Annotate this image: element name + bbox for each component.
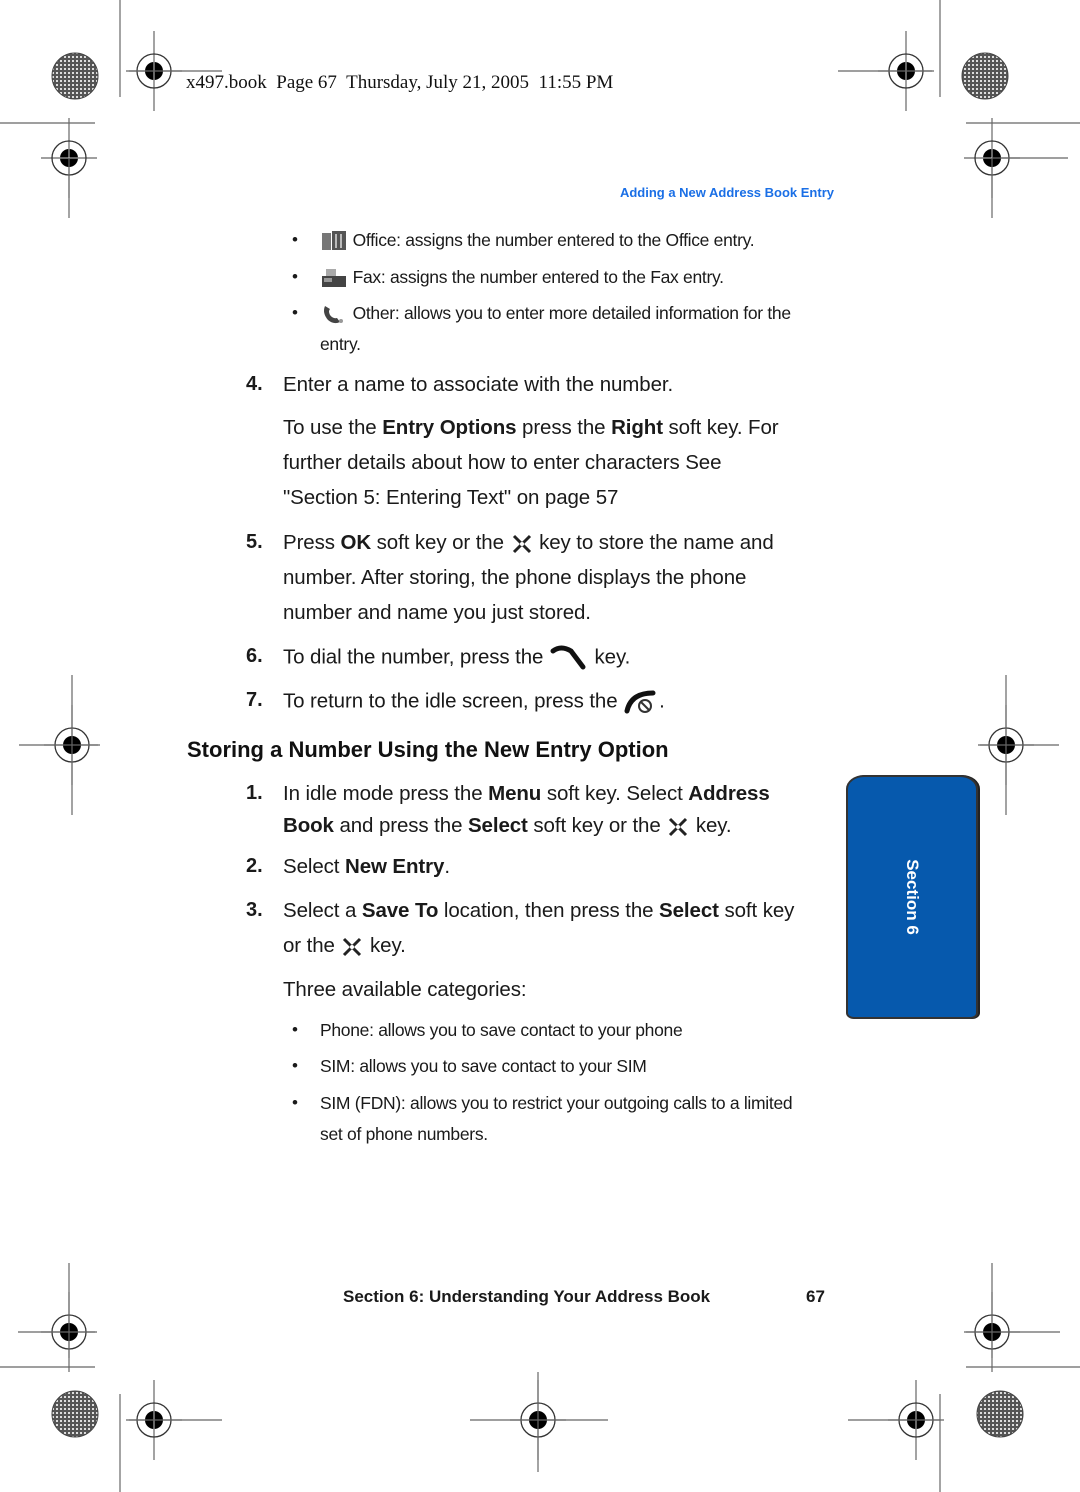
bullet: •: [292, 230, 298, 249]
registration-mark: [43, 704, 101, 786]
list-item: Office: assigns the number entered to th…: [320, 230, 755, 252]
registration-mark: [977, 704, 1035, 786]
starburst-mark: [976, 1390, 1024, 1438]
section-tab[interactable]: Section 6: [846, 775, 978, 1019]
step-number: 6.: [246, 645, 263, 667]
list-item: Phone: allows you to save contact to you…: [320, 1020, 683, 1040]
step-text: Enter a name to associate with the numbe…: [283, 373, 674, 396]
registration-mark: [125, 30, 222, 112]
bullet: •: [292, 267, 298, 286]
registration-mark: [509, 1379, 567, 1461]
step-number: 7.: [246, 689, 263, 711]
running-head: Adding a New Address Book Entry: [619, 185, 834, 200]
cross-reference-link[interactable]: "Section 5: Entering Text" on page 57: [283, 486, 618, 510]
step-text: further details about how to enter chara…: [283, 451, 722, 474]
step-text: In idle mode press the Menu soft key. Se…: [283, 782, 770, 805]
starburst-mark: [51, 52, 99, 100]
other-phone-icon: [324, 306, 343, 324]
concentric-mark: [961, 52, 1009, 100]
step-text: To return to the idle screen, press the …: [283, 689, 665, 715]
step-number: 5.: [246, 531, 263, 553]
bullet: •: [292, 1020, 298, 1039]
registration-mark: [40, 1291, 98, 1373]
send-key-icon: [550, 645, 586, 670]
nav-select-key-icon: [343, 937, 362, 956]
bullet: •: [292, 1056, 298, 1075]
bullet: •: [292, 303, 298, 322]
nav-select-key-icon: [669, 817, 688, 836]
page-number: 67: [806, 1287, 825, 1306]
bullet: •: [292, 1093, 298, 1112]
section-tab-label: Section 6: [903, 859, 922, 935]
step-text: Book and press the Select soft key or th…: [283, 814, 732, 837]
section-heading: Storing a Number Using the New Entry Opt…: [187, 737, 669, 762]
step-number: 1.: [246, 782, 263, 804]
fax-icon: [322, 269, 346, 288]
registration-mark: [125, 1379, 183, 1461]
book-file-header: x497.book Page 67 Thursday, July 21, 200…: [186, 72, 614, 93]
registration-mark: [838, 30, 935, 112]
step-text: number. After storing, the phone display…: [283, 566, 747, 589]
end-key-icon: [624, 690, 656, 714]
registration-mark: [963, 1291, 1021, 1373]
list-item-continuation: entry.: [320, 334, 361, 354]
step-text: Select a Save To location, then press th…: [283, 899, 795, 922]
step-text: Select New Entry.: [283, 855, 450, 878]
registration-mark: [887, 1379, 945, 1461]
step-text: To use the Entry Options press the Right…: [283, 416, 779, 439]
list-item-continuation: set of phone numbers.: [320, 1124, 488, 1144]
step-text: Press OK soft key or the key to store th…: [283, 531, 774, 554]
list-item: Fax: assigns the number entered to the F…: [320, 267, 724, 289]
step-number: 3.: [246, 899, 263, 921]
step-number: 4.: [246, 373, 263, 395]
registration-mark: [40, 117, 98, 199]
registration-mark: [963, 117, 1021, 199]
office-icon: [322, 231, 346, 251]
list-item: SIM: allows you to save contact to your …: [320, 1056, 647, 1076]
list-item: SIM (FDN): allows you to restrict your o…: [320, 1093, 793, 1113]
concentric-mark: [51, 1390, 99, 1438]
list-item: Other: allows you to enter more detailed…: [320, 303, 791, 325]
categories-intro: Three available categories:: [283, 978, 527, 1001]
step-text: To dial the number, press the key.: [283, 645, 630, 671]
footer-title: Section 6: Understanding Your Address Bo…: [343, 1287, 711, 1306]
step-text: or the key.: [283, 934, 406, 957]
step-text: number and name you just stored.: [283, 601, 591, 624]
step-number: 2.: [246, 855, 263, 877]
nav-select-key-icon: [512, 534, 531, 553]
